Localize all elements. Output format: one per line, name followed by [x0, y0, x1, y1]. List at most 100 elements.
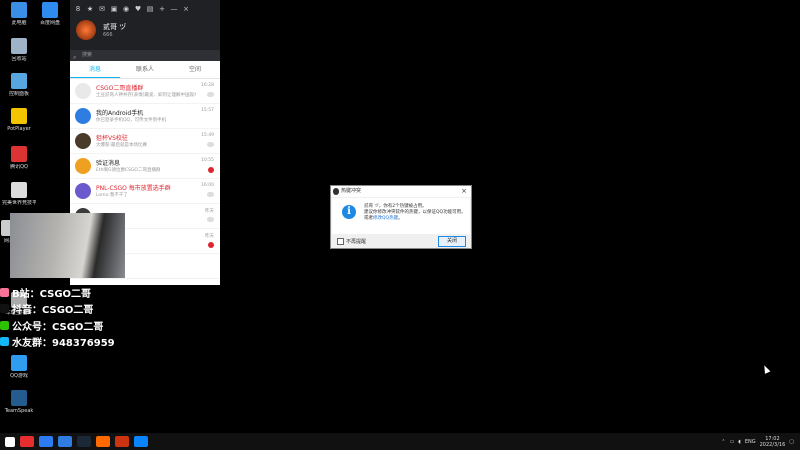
social-line: 水友群：948376959 [0, 333, 115, 349]
nickname[interactable]: 贰哥 ヅ [103, 22, 126, 32]
chat-time: 昨天 [205, 209, 214, 214]
checkbox-box[interactable] [337, 238, 344, 245]
info-icon: i [342, 205, 356, 219]
topbar-icon[interactable]: + [158, 5, 166, 13]
chat-time: 16:28 [201, 83, 214, 88]
qq-icon [0, 336, 9, 346]
avatar[interactable] [76, 20, 96, 40]
chat-list-item[interactable]: 验证消息 Eth啊G请拉爵CSGO二哥直播群 10:55 [70, 154, 220, 179]
app-icon[interactable] [115, 436, 129, 447]
topbar-icon[interactable]: × [182, 5, 190, 13]
desktop-icon-label: 腾讯QQ [10, 164, 28, 170]
app-icon [11, 38, 27, 54]
topbar-icon[interactable]: ▣ [110, 5, 118, 13]
desktop-icon[interactable]: 百度网盘 [33, 2, 67, 26]
desktop-icon-label: 此电脑 [11, 20, 27, 26]
mute-icon [207, 92, 214, 97]
social-text: 水友群：948376959 [12, 337, 115, 349]
chat-list-item[interactable]: PNL-CSGO 每市放置选手群 Lomo:我不干了 16:00 [70, 179, 220, 204]
social-text: 抖音：CSGO二哥 [12, 304, 94, 316]
chat-name: 我的Android手机 [96, 110, 144, 117]
social-line: B站：CSGO二哥 [0, 284, 91, 300]
netease-icon[interactable] [96, 436, 110, 447]
topbar-icon[interactable]: ♥ [134, 5, 142, 13]
desktop-icon-label: 控制面板 [8, 91, 29, 97]
topbar-icon[interactable]: 8 [74, 5, 82, 13]
mute-icon [207, 142, 214, 147]
app-icon [11, 390, 27, 406]
chat-preview: 土豆贰哥人神共存[表情]最爱、如何让理解中国观众 [96, 93, 196, 98]
potplayer-icon[interactable] [77, 436, 91, 447]
app-icon [11, 146, 27, 162]
qq-browser-icon[interactable] [39, 436, 53, 447]
dont-remind-checkbox[interactable]: 不再提醒 [337, 238, 366, 245]
tab-messages[interactable]: 消息 [70, 61, 120, 78]
desktop-icon[interactable]: 腾讯QQ [2, 146, 36, 170]
dialog-close-button[interactable]: 关闭 [438, 236, 466, 247]
chat-list-item[interactable]: 狙杯VS校驻 大爆裂:最后就是本场比赛 15:49 [70, 129, 220, 154]
chat-name: PNL-CSGO 每市放置选手群 [96, 185, 171, 192]
desktop-icon[interactable]: 此电脑 [2, 2, 36, 26]
hotkey-conflict-dialog: 热键冲突 × i 贰哥 ヅ，你有2个热键被占用。 建议你修改冲突软件的热键，以保… [330, 185, 472, 249]
app-icon [11, 108, 27, 124]
desktop-icon-label: TeamSpeak [4, 408, 34, 414]
volume-icon[interactable]: ◖ [738, 439, 741, 445]
avatar [75, 108, 91, 124]
desktop-icon[interactable]: PotPlayer [2, 108, 36, 132]
system-tray: ⌃ ▭ ◖ ENG 17:02 2022/3/16 ▢ [721, 433, 800, 450]
app-icon [11, 73, 27, 89]
app-icon [11, 182, 27, 198]
topbar-icon[interactable]: ★ [86, 5, 94, 13]
close-icon[interactable]: × [461, 186, 467, 197]
checkbox-label: 不再提醒 [346, 239, 367, 245]
chat-preview: Eth啊G请拉爵CSGO二哥直播群 [96, 168, 161, 173]
notification-icon[interactable]: ▢ [789, 439, 794, 445]
tab-zone[interactable]: 空间 [170, 61, 220, 78]
clock[interactable]: 17:02 2022/3/16 [760, 436, 786, 448]
start-icon[interactable] [5, 436, 15, 447]
mute-icon [207, 192, 214, 197]
chat-list-item[interactable]: 我的Android手机 你已登录手机QQ，可传文件到手机 15:57 [70, 104, 220, 129]
qq-tabs: 消息 联系人 空间 [70, 61, 220, 79]
clock-date: 2022/3/16 [759, 441, 786, 448]
wechat-icon [0, 320, 9, 330]
chevron-up-icon[interactable]: ⌃ [721, 439, 725, 445]
desktop-icon-label: QQ游戏 [10, 373, 28, 379]
desktop-icon[interactable]: 完美世界竞技平台 [2, 182, 36, 206]
app-icon [42, 2, 58, 18]
dialog-line1: 贰哥 ヅ，你有2个热键被占用。 [364, 204, 427, 209]
topbar-icon[interactable]: — [170, 5, 178, 13]
app-icon [11, 355, 27, 371]
chat-time: 15:57 [201, 108, 214, 113]
network-icon[interactable]: ▭ [729, 439, 734, 445]
social-line: 公众号：CSGO二哥 [0, 317, 103, 333]
unread-badge [208, 167, 214, 173]
signature[interactable]: 666 [103, 32, 113, 38]
chat-preview: 大爆裂:最后就是本场比赛 [96, 143, 148, 148]
browser-icon[interactable] [20, 436, 34, 447]
dialog-titlebar: 热键冲突 × [331, 186, 471, 197]
topbar-icon[interactable]: ✉ [98, 5, 106, 13]
edit-hotkey-link[interactable]: 修改QQ热键 [373, 216, 398, 221]
chat-list-item[interactable]: CSGO二哥直播群 土豆贰哥人神共存[表情]最爱、如何让理解中国观众 16:28 [70, 79, 220, 104]
steam-icon[interactable] [58, 436, 72, 447]
desktop-icon-label: PotPlayer [7, 126, 31, 132]
qq-penguin-icon [333, 188, 339, 195]
tab-contacts[interactable]: 联系人 [120, 61, 170, 78]
desktop-icon[interactable]: 控制面板 [2, 73, 36, 97]
desktop-icon[interactable]: QQ游戏 [2, 355, 36, 379]
avatar [75, 133, 91, 149]
desktop-icon[interactable]: TeamSpeak [2, 390, 36, 414]
chat-preview: 你已登录手机QQ，可传文件到手机 [96, 118, 167, 123]
social-text: 公众号：CSGO二哥 [12, 321, 104, 333]
language-indicator[interactable]: ENG [745, 439, 756, 445]
avatar [75, 183, 91, 199]
desktop-icon-label: 完美世界竞技平台 [2, 200, 36, 206]
topbar-icon[interactable]: ▤ [146, 5, 154, 13]
qq-icon[interactable] [134, 436, 148, 447]
topbar-icon[interactable]: ◉ [122, 5, 130, 13]
social-line: 抖音：CSGO二哥 [0, 300, 93, 316]
dialog-title: 热键冲突 [341, 188, 362, 194]
search-input[interactable]: ⌕ 搜索 [70, 50, 220, 61]
desktop-icon[interactable]: 回收站 [2, 38, 36, 62]
